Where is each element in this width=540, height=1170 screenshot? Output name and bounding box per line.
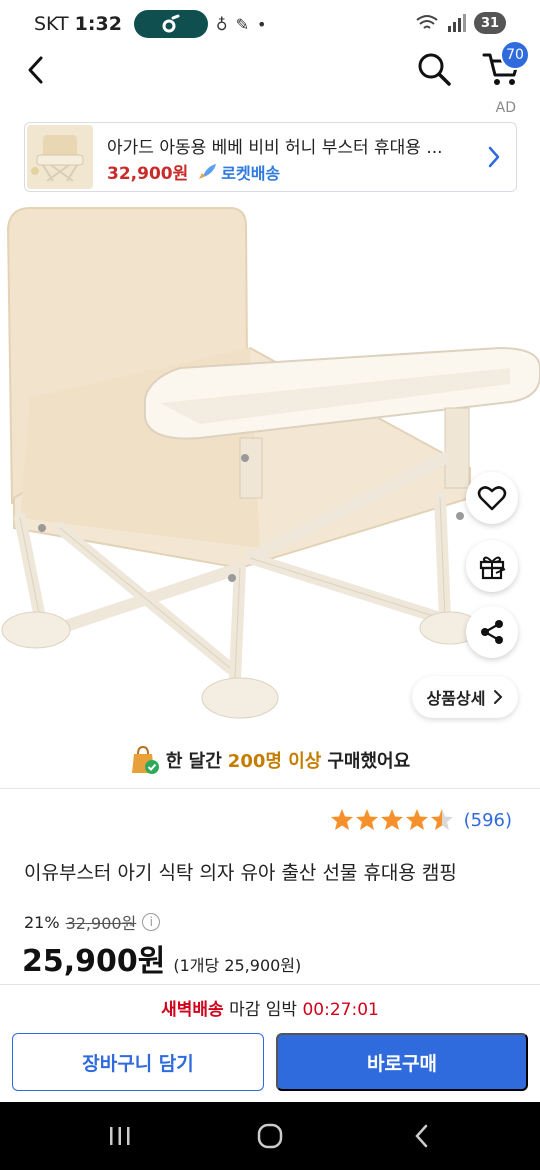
delivery-countdown: 00:27:01	[302, 1000, 379, 1020]
ad-arrow	[484, 143, 504, 171]
back-icon	[28, 56, 43, 84]
delivery-deadline: 새벽배송 마감 임박 00:27:01	[0, 995, 540, 1020]
add-to-cart-button[interactable]: 장바구니 담기	[12, 1033, 264, 1091]
status-bar: SKT 1:32 ♁ ✎ • 31	[0, 0, 540, 48]
share-button[interactable]	[466, 606, 518, 658]
purchase-prefix: 한 달간	[165, 751, 222, 772]
wishlist-button[interactable]	[466, 472, 518, 524]
star-icon	[380, 809, 403, 830]
carrier-label: SKT	[34, 13, 69, 35]
status-left: SKT 1:32 ♁ ✎ •	[34, 10, 266, 38]
rocket-icon	[199, 163, 217, 179]
chevron-right-icon	[488, 146, 500, 168]
recent-apps-icon	[110, 1127, 130, 1145]
purchase-suffix: 구매했어요	[327, 751, 411, 772]
rocket-delivery-label: 로켓배송	[221, 163, 281, 183]
ad-title: 아가드 아동용 베베 비비 허니 부스터 휴대용 ...	[107, 138, 443, 158]
shopping-bag-check-icon	[131, 745, 159, 774]
cart-count-badge: 70	[500, 40, 530, 70]
music-note-icon	[162, 14, 180, 33]
product-detail-button[interactable]: 상품상세	[412, 676, 518, 718]
top-navigation	[0, 48, 540, 92]
star-rating	[330, 809, 453, 830]
booster-seat-illustration	[1, 207, 540, 719]
price-row: 25,900원 (1개당 25,900원)	[22, 936, 301, 980]
rating-row[interactable]: (596)	[330, 808, 512, 832]
discount-rate: 21%	[24, 912, 60, 932]
chevron-right-icon	[494, 690, 503, 704]
more-notifications-icon: •	[257, 14, 267, 34]
notification-icon: ♁	[215, 14, 228, 34]
original-price: 32,900원	[65, 914, 137, 933]
bottom-action-panel: 새벽배송 마감 임박 00:27:01 장바구니 담기 바로구매	[0, 984, 540, 1102]
discount-row: 21% 32,900원 i	[24, 910, 161, 934]
system-back-icon	[415, 1124, 428, 1148]
share-icon	[481, 620, 503, 644]
star-icon	[355, 809, 378, 830]
home-icon	[257, 1123, 283, 1149]
search-button[interactable]	[414, 48, 454, 90]
product-title: 이유부스터 아기 식탁 의자 유아 출산 선물 휴대용 캠핑	[24, 862, 457, 884]
rocket-delivery-badge: 로켓배송	[196, 160, 280, 184]
section-divider	[0, 788, 540, 789]
status-right: 31	[416, 12, 506, 34]
ad-product-image	[27, 125, 93, 189]
delivery-deadline-text: 마감 임박	[229, 1000, 298, 1020]
app-notification-icon: ✎	[235, 14, 250, 34]
search-icon	[418, 53, 451, 86]
heart-icon	[477, 486, 507, 511]
purchase-count: 200명 이상	[227, 751, 322, 772]
product-detail-label: 상품상세	[426, 689, 486, 708]
system-navigation-bar	[0, 1102, 540, 1170]
ad-price-row: 32,900원 로켓배송	[107, 159, 280, 184]
gift-button[interactable]	[466, 540, 518, 592]
ad-thumbnail	[27, 125, 93, 189]
wifi-icon	[416, 15, 438, 29]
unit-price: (1개당 25,900원)	[173, 956, 302, 975]
gift-icon	[479, 556, 506, 580]
star-icon	[330, 809, 353, 830]
signal-icon	[448, 14, 466, 32]
info-icon[interactable]: i	[142, 913, 161, 931]
star-icon	[430, 809, 453, 830]
ad-label: AD	[495, 100, 516, 116]
product-image[interactable]	[0, 198, 540, 728]
system-back-button[interactable]	[402, 1118, 442, 1154]
status-time: 1:32	[74, 13, 122, 35]
back-button[interactable]	[18, 50, 54, 90]
buy-now-button[interactable]: 바로구매	[276, 1033, 528, 1091]
dawn-delivery-label: 새벽배송	[161, 1000, 224, 1020]
battery-indicator: 31	[474, 12, 506, 34]
music-app-pill	[133, 10, 208, 38]
purchase-count-info: 한 달간 200명 이상 구매했어요	[0, 740, 540, 780]
sale-price: 25,900원	[22, 944, 166, 979]
ad-banner[interactable]: 아가드 아동용 베베 비비 허니 부스터 휴대용 ... 32,900원 로켓배…	[24, 122, 517, 192]
recent-apps-button[interactable]	[100, 1118, 140, 1154]
ad-price: 32,900원	[107, 164, 189, 184]
review-count[interactable]: (596)	[464, 810, 512, 831]
home-button[interactable]	[250, 1118, 290, 1154]
star-icon	[405, 809, 428, 830]
